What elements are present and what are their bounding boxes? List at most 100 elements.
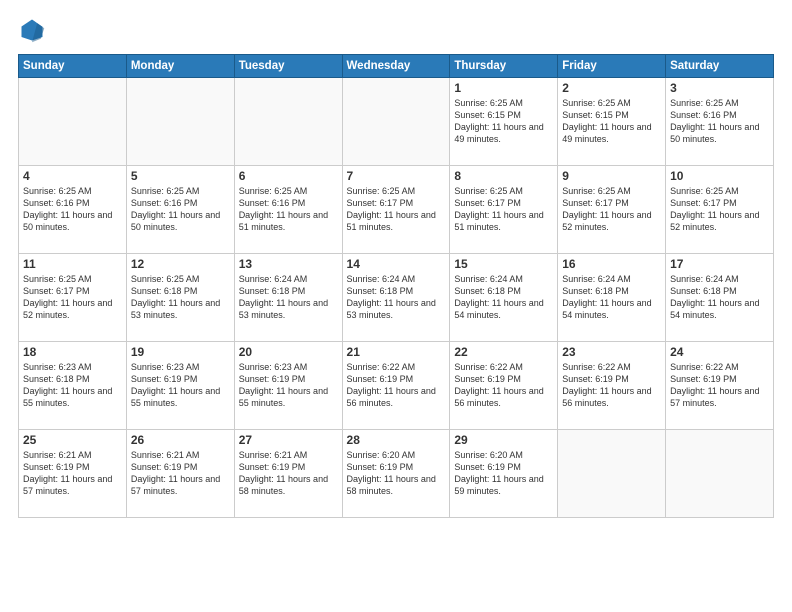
day-info: Sunrise: 6:21 AM Sunset: 6:19 PM Dayligh… <box>239 449 338 498</box>
day-info: Sunrise: 6:24 AM Sunset: 6:18 PM Dayligh… <box>562 273 661 322</box>
calendar-cell: 16 Sunrise: 6:24 AM Sunset: 6:18 PM Dayli… <box>558 254 666 342</box>
day-number: 22 <box>454 345 553 359</box>
day-info: Sunrise: 6:24 AM Sunset: 6:18 PM Dayligh… <box>670 273 769 322</box>
day-info: Sunrise: 6:23 AM Sunset: 6:19 PM Dayligh… <box>131 361 230 410</box>
day-number: 28 <box>347 433 446 447</box>
day-number: 1 <box>454 81 553 95</box>
day-number: 29 <box>454 433 553 447</box>
day-number: 26 <box>131 433 230 447</box>
day-number: 6 <box>239 169 338 183</box>
day-number: 21 <box>347 345 446 359</box>
day-number: 16 <box>562 257 661 271</box>
day-number: 10 <box>670 169 769 183</box>
day-number: 23 <box>562 345 661 359</box>
day-info: Sunrise: 6:25 AM Sunset: 6:17 PM Dayligh… <box>670 185 769 234</box>
day-info: Sunrise: 6:24 AM Sunset: 6:18 PM Dayligh… <box>239 273 338 322</box>
day-number: 2 <box>562 81 661 95</box>
day-info: Sunrise: 6:25 AM Sunset: 6:16 PM Dayligh… <box>239 185 338 234</box>
calendar-cell: 1 Sunrise: 6:25 AM Sunset: 6:15 PM Daylig… <box>450 78 558 166</box>
day-info: Sunrise: 6:24 AM Sunset: 6:18 PM Dayligh… <box>454 273 553 322</box>
calendar-cell: 8 Sunrise: 6:25 AM Sunset: 6:17 PM Daylig… <box>450 166 558 254</box>
calendar-cell: 28 Sunrise: 6:20 AM Sunset: 6:19 PM Dayli… <box>342 430 450 518</box>
day-info: Sunrise: 6:22 AM Sunset: 6:19 PM Dayligh… <box>670 361 769 410</box>
day-number: 7 <box>347 169 446 183</box>
calendar-cell <box>19 78 127 166</box>
day-info: Sunrise: 6:25 AM Sunset: 6:17 PM Dayligh… <box>23 273 122 322</box>
day-header-monday: Monday <box>126 55 234 78</box>
day-info: Sunrise: 6:25 AM Sunset: 6:17 PM Dayligh… <box>347 185 446 234</box>
day-header-thursday: Thursday <box>450 55 558 78</box>
day-number: 14 <box>347 257 446 271</box>
day-headers: SundayMondayTuesdayWednesdayThursdayFrid… <box>19 55 774 78</box>
day-info: Sunrise: 6:25 AM Sunset: 6:16 PM Dayligh… <box>23 185 122 234</box>
day-info: Sunrise: 6:20 AM Sunset: 6:19 PM Dayligh… <box>347 449 446 498</box>
day-header-saturday: Saturday <box>666 55 774 78</box>
day-info: Sunrise: 6:22 AM Sunset: 6:19 PM Dayligh… <box>347 361 446 410</box>
day-header-sunday: Sunday <box>19 55 127 78</box>
calendar-cell: 23 Sunrise: 6:22 AM Sunset: 6:19 PM Dayli… <box>558 342 666 430</box>
logo <box>18 16 50 44</box>
day-number: 8 <box>454 169 553 183</box>
calendar-cell: 10 Sunrise: 6:25 AM Sunset: 6:17 PM Dayli… <box>666 166 774 254</box>
calendar-table: SundayMondayTuesdayWednesdayThursdayFrid… <box>18 54 774 518</box>
day-info: Sunrise: 6:25 AM Sunset: 6:17 PM Dayligh… <box>562 185 661 234</box>
logo-icon <box>18 16 46 44</box>
calendar-cell: 26 Sunrise: 6:21 AM Sunset: 6:19 PM Dayli… <box>126 430 234 518</box>
page: SundayMondayTuesdayWednesdayThursdayFrid… <box>0 0 792 612</box>
calendar-cell: 25 Sunrise: 6:21 AM Sunset: 6:19 PM Dayli… <box>19 430 127 518</box>
calendar-cell <box>666 430 774 518</box>
calendar-cell: 27 Sunrise: 6:21 AM Sunset: 6:19 PM Dayli… <box>234 430 342 518</box>
day-number: 18 <box>23 345 122 359</box>
calendar-cell: 2 Sunrise: 6:25 AM Sunset: 6:15 PM Daylig… <box>558 78 666 166</box>
day-number: 17 <box>670 257 769 271</box>
calendar-cell: 5Sunrise: 6:25 AM Sunset: 6:16 PM Daylig… <box>126 166 234 254</box>
calendar-cell: 4 Sunrise: 6:25 AM Sunset: 6:16 PM Daylig… <box>19 166 127 254</box>
day-number: 27 <box>239 433 338 447</box>
day-info: Sunrise: 6:22 AM Sunset: 6:19 PM Dayligh… <box>562 361 661 410</box>
day-info: Sunrise: 6:22 AM Sunset: 6:19 PM Dayligh… <box>454 361 553 410</box>
calendar-cell: 11 Sunrise: 6:25 AM Sunset: 6:17 PM Dayli… <box>19 254 127 342</box>
calendar-cell: 6 Sunrise: 6:25 AM Sunset: 6:16 PM Daylig… <box>234 166 342 254</box>
day-number: 12 <box>131 257 230 271</box>
day-number: 5 <box>131 169 230 183</box>
day-number: 20 <box>239 345 338 359</box>
day-info: Sunrise: 6:21 AM Sunset: 6:19 PM Dayligh… <box>23 449 122 498</box>
day-info: Sunrise: 6:21 AM Sunset: 6:19 PM Dayligh… <box>131 449 230 498</box>
calendar-cell: 17 Sunrise: 6:24 AM Sunset: 6:18 PM Dayli… <box>666 254 774 342</box>
calendar-cell: 14 Sunrise: 6:24 AM Sunset: 6:18 PM Dayli… <box>342 254 450 342</box>
day-info: Sunrise: 6:25 AM Sunset: 6:16 PM Dayligh… <box>670 97 769 146</box>
day-info: Sunrise: 6:24 AM Sunset: 6:18 PM Dayligh… <box>347 273 446 322</box>
day-info: Sunrise: 6:20 AM Sunset: 6:19 PM Dayligh… <box>454 449 553 498</box>
calendar-cell: 20 Sunrise: 6:23 AM Sunset: 6:19 PM Dayli… <box>234 342 342 430</box>
day-number: 3 <box>670 81 769 95</box>
day-number: 13 <box>239 257 338 271</box>
day-info: Sunrise: 6:23 AM Sunset: 6:19 PM Dayligh… <box>239 361 338 410</box>
calendar-cell: 19 Sunrise: 6:23 AM Sunset: 6:19 PM Dayli… <box>126 342 234 430</box>
calendar-cell: 9Sunrise: 6:25 AM Sunset: 6:17 PM Daylig… <box>558 166 666 254</box>
day-number: 11 <box>23 257 122 271</box>
calendar-cell: 24Sunrise: 6:22 AM Sunset: 6:19 PM Dayli… <box>666 342 774 430</box>
calendar-cell: 29 Sunrise: 6:20 AM Sunset: 6:19 PM Dayli… <box>450 430 558 518</box>
calendar-cell: 3 Sunrise: 6:25 AM Sunset: 6:16 PM Daylig… <box>666 78 774 166</box>
day-info: Sunrise: 6:25 AM Sunset: 6:15 PM Dayligh… <box>454 97 553 146</box>
calendar-cell: 7 Sunrise: 6:25 AM Sunset: 6:17 PM Daylig… <box>342 166 450 254</box>
calendar-cell: 13 Sunrise: 6:24 AM Sunset: 6:18 PM Dayli… <box>234 254 342 342</box>
day-header-tuesday: Tuesday <box>234 55 342 78</box>
day-header-friday: Friday <box>558 55 666 78</box>
calendar-cell <box>558 430 666 518</box>
calendar-cell <box>234 78 342 166</box>
day-info: Sunrise: 6:23 AM Sunset: 6:18 PM Dayligh… <box>23 361 122 410</box>
day-number: 4 <box>23 169 122 183</box>
calendar-cell: 22 Sunrise: 6:22 AM Sunset: 6:19 PM Dayli… <box>450 342 558 430</box>
day-number: 15 <box>454 257 553 271</box>
calendar-cell: 15 Sunrise: 6:24 AM Sunset: 6:18 PM Dayli… <box>450 254 558 342</box>
calendar-cell <box>126 78 234 166</box>
day-number: 19 <box>131 345 230 359</box>
calendar-cell <box>342 78 450 166</box>
day-info: Sunrise: 6:25 AM Sunset: 6:15 PM Dayligh… <box>562 97 661 146</box>
day-info: Sunrise: 6:25 AM Sunset: 6:17 PM Dayligh… <box>454 185 553 234</box>
calendar-cell: 18 Sunrise: 6:23 AM Sunset: 6:18 PM Dayli… <box>19 342 127 430</box>
calendar-cell: 12Sunrise: 6:25 AM Sunset: 6:18 PM Dayli… <box>126 254 234 342</box>
day-number: 25 <box>23 433 122 447</box>
calendar-cell: 21 Sunrise: 6:22 AM Sunset: 6:19 PM Dayli… <box>342 342 450 430</box>
